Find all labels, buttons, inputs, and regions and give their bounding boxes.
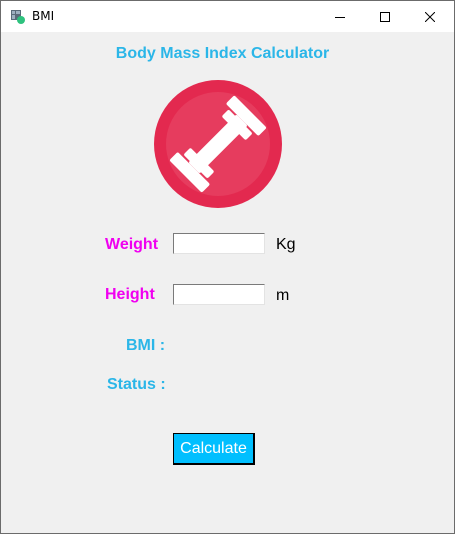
page-title: Body Mass Index Calculator bbox=[115, 45, 330, 62]
weight-unit: Kg bbox=[276, 236, 296, 253]
calculate-button[interactable]: Calculate bbox=[173, 433, 255, 465]
maximize-button[interactable] bbox=[362, 1, 408, 32]
height-input[interactable] bbox=[173, 284, 265, 305]
window-title: BMI bbox=[32, 9, 55, 23]
bmi-app-icon bbox=[11, 10, 25, 24]
status-label: Status : bbox=[107, 376, 166, 393]
bmi-label: BMI : bbox=[126, 337, 166, 354]
height-label: Height bbox=[105, 286, 155, 303]
bmi-window: BMI Body Mass Index Calculator Weight Kg… bbox=[0, 0, 455, 534]
close-button[interactable] bbox=[407, 1, 453, 32]
title-bar[interactable]: BMI bbox=[1, 1, 454, 32]
minimize-button[interactable] bbox=[317, 1, 363, 32]
minimize-icon bbox=[335, 16, 345, 18]
weight-label: Weight bbox=[105, 236, 159, 253]
weight-input[interactable] bbox=[173, 233, 265, 254]
maximize-icon bbox=[380, 11, 390, 22]
dumbbell-icon bbox=[154, 80, 282, 208]
height-unit: m bbox=[276, 287, 290, 304]
close-icon bbox=[425, 11, 435, 22]
